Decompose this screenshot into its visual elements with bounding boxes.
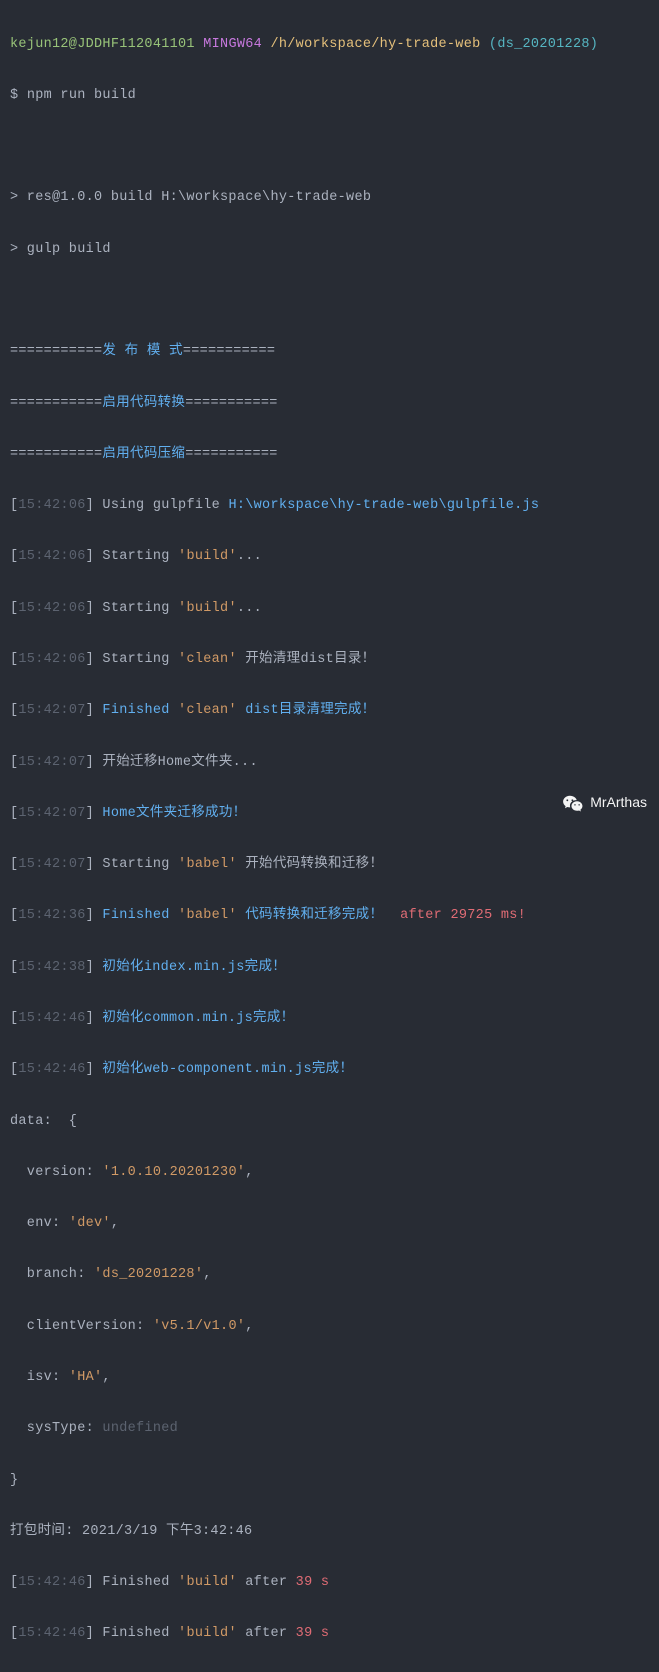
wechat-icon	[562, 794, 584, 812]
banner-compress: 启用代码压缩	[102, 447, 185, 462]
branch-name: ds_20201228	[497, 37, 589, 52]
log-line: [15:42:46] Finished 'build' after 39 s	[10, 1570, 649, 1596]
pack-time: 打包时间: 2021/3/19 下午3:42:46	[10, 1519, 649, 1545]
log-line: [15:42:46] 初始化common.min.js完成！	[10, 1006, 649, 1032]
shell-env: MINGW64	[203, 37, 262, 52]
watermark-text: MrArthas	[590, 789, 647, 816]
banner-publish: 发 布 模 式	[102, 344, 182, 359]
log-line: [15:42:07] 开始迁移Home文件夹...	[10, 750, 649, 776]
data-header: data: {	[10, 1109, 649, 1135]
log-line: [15:42:06] Starting 'build'...	[10, 544, 649, 570]
terminal-output: kejun12@JDDHF112041101 MINGW64 /h/worksp…	[0, 0, 659, 1672]
log-line: [15:42:06] Starting 'build'...	[10, 596, 649, 622]
log-line: [15:42:06] Starting 'clean' 开始清理dist目录！	[10, 647, 649, 673]
log-line: [15:42:07] Home文件夹迁移成功！	[10, 801, 649, 827]
log-line: [15:42:06] Using gulpfile H:\workspace\h…	[10, 493, 649, 519]
current-path: /h/workspace/hy-trade-web	[270, 37, 480, 52]
log-line: [15:42:46] Finished 'build' after 39 s	[10, 1621, 649, 1647]
branch-close: )	[590, 37, 598, 52]
prompt-sign: $	[10, 88, 27, 103]
npm-header-1: > res@1.0.0 build H:\workspace\hy-trade-…	[10, 185, 649, 211]
log-line: [15:42:07] Starting 'babel' 开始代码转换和迁移！	[10, 852, 649, 878]
log-line: [15:42:46] 初始化web-component.min.js完成！	[10, 1057, 649, 1083]
log-line: [15:42:07] Finished 'clean' dist目录清理完成！	[10, 698, 649, 724]
user-host: kejun12@JDDHF112041101	[10, 37, 195, 52]
watermark: MrArthas	[562, 789, 647, 816]
npm-header-2: > gulp build	[10, 237, 649, 263]
banner-transform: 启用代码转换	[102, 396, 185, 411]
log-line: [15:42:38] 初始化index.min.js完成！	[10, 955, 649, 981]
log-line: [15:42:36] Finished 'babel' 代码转换和迁移完成！ a…	[10, 903, 649, 929]
data-close: }	[10, 1468, 649, 1494]
command-text: npm run build	[27, 88, 136, 103]
